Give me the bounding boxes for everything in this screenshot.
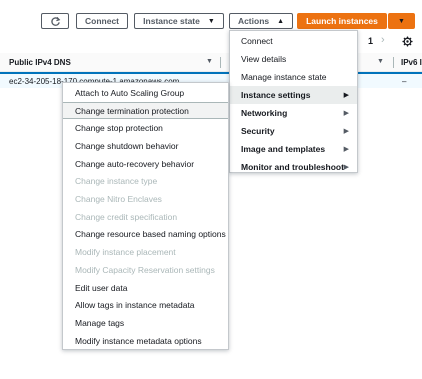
refresh-button[interactable] xyxy=(41,13,69,29)
submenu-item-modify-instance-metadata-options[interactable]: Modify instance metadata options xyxy=(63,332,228,350)
sort-down-icon[interactable]: ▼ xyxy=(206,58,213,65)
connect-button[interactable]: Connect xyxy=(76,13,128,29)
submenu-item-label: Change resource based naming options xyxy=(75,229,226,240)
menu-item-view-details[interactable]: View details xyxy=(230,50,357,68)
submenu-item-change-instance-type: Change instance type xyxy=(63,173,228,191)
cell-ipv6: – xyxy=(402,77,407,86)
submenu-item-label: Allow tags in instance metadata xyxy=(75,300,195,311)
menu-item-networking[interactable]: Networking ▶ xyxy=(230,104,357,122)
connect-button-label: Connect xyxy=(85,16,119,26)
submenu-item-modify-capacity-reservation-settings: Modify Capacity Reservation settings xyxy=(63,261,228,279)
gear-icon[interactable] xyxy=(402,36,413,47)
submenu-item-change-resource-based-naming-options[interactable]: Change resource based naming options xyxy=(63,226,228,244)
caret-right-icon: ▶ xyxy=(343,92,349,99)
menu-item-security[interactable]: Security ▶ xyxy=(230,122,357,140)
submenu-item-attach-to-auto-scaling-group[interactable]: Attach to Auto Scaling Group xyxy=(63,84,228,102)
submenu-item-label: Modify Capacity Reservation settings xyxy=(75,264,215,275)
menu-item-monitor-and-troubleshoot[interactable]: Monitor and troubleshoot ▶ xyxy=(230,158,357,176)
actions-button[interactable]: Actions ▲ xyxy=(229,13,293,29)
launch-instances-dropdown[interactable]: ▼ xyxy=(388,13,415,29)
submenu-item-change-nitro-enclaves: Change Nitro Enclaves xyxy=(63,190,228,208)
menu-item-image-and-templates[interactable]: Image and templates ▶ xyxy=(230,140,357,158)
submenu-item-change-shutdown-behavior[interactable]: Change shutdown behavior xyxy=(63,137,228,155)
table-header: Public IPv4 DNS ▼ ▼ IPv6 I xyxy=(0,53,422,72)
instance-state-button[interactable]: Instance state ▼ xyxy=(134,13,224,29)
caret-down-icon: ▼ xyxy=(398,17,405,25)
submenu-item-label: Edit user data xyxy=(75,282,128,293)
submenu-item-label: Modify instance placement xyxy=(75,247,176,258)
menu-item-label: Networking xyxy=(241,108,288,118)
submenu-item-label: Change shutdown behavior xyxy=(75,140,179,151)
submenu-item-change-credit-specification: Change credit specification xyxy=(63,208,228,226)
caret-down-icon: ▼ xyxy=(207,17,215,25)
caret-right-icon: ▶ xyxy=(343,164,349,171)
menu-item-instance-settings[interactable]: Instance settings ▶ xyxy=(230,86,357,104)
menu-item-label: Connect xyxy=(241,36,273,46)
menu-item-label: Image and templates xyxy=(241,144,326,154)
submenu-item-manage-tags[interactable]: Manage tags xyxy=(63,314,228,332)
column-header-ipv6[interactable]: IPv6 I xyxy=(401,58,422,67)
chevron-right-icon[interactable]: › xyxy=(381,34,385,46)
sort-down-icon[interactable]: ▼ xyxy=(377,58,384,65)
column-header-public-dns[interactable]: Public IPv4 DNS xyxy=(9,58,71,67)
column-divider[interactable] xyxy=(393,57,394,68)
submenu-item-label: Change stop protection xyxy=(75,123,163,134)
actions-menu: Connect View details Manage instance state… xyxy=(229,30,358,173)
menu-item-manage-instance-state[interactable]: Manage instance state xyxy=(230,68,357,86)
column-divider[interactable] xyxy=(220,57,221,68)
menu-item-label: Manage instance state xyxy=(241,72,327,82)
menu-item-label: Instance settings xyxy=(241,90,311,100)
caret-right-icon: ▶ xyxy=(343,110,349,117)
submenu-item-label: Change auto-recovery behavior xyxy=(75,158,195,169)
instance-settings-submenu: Attach to Auto Scaling Group Change termi… xyxy=(62,82,229,350)
menu-item-label: Security xyxy=(241,126,275,136)
menu-item-label: Monitor and troubleshoot xyxy=(241,162,344,172)
submenu-item-label: Change instance type xyxy=(75,176,158,187)
menu-item-connect[interactable]: Connect xyxy=(230,32,357,50)
submenu-item-modify-instance-placement: Modify instance placement xyxy=(63,243,228,261)
submenu-item-label: Change credit specification xyxy=(75,211,178,222)
launch-instances-button[interactable]: Launch instances xyxy=(297,13,387,29)
page-number[interactable]: 1 xyxy=(368,36,373,46)
submenu-item-change-stop-protection[interactable]: Change stop protection xyxy=(63,119,228,137)
submenu-item-change-termination-protection[interactable]: Change termination protection xyxy=(63,101,228,120)
actions-label: Actions xyxy=(237,16,270,26)
submenu-item-label: Manage tags xyxy=(75,317,125,328)
submenu-item-label: Attach to Auto Scaling Group xyxy=(75,87,185,98)
caret-up-icon: ▲ xyxy=(277,17,285,25)
submenu-item-label: Change Nitro Enclaves xyxy=(75,194,162,205)
launch-instances-label: Launch instances xyxy=(306,16,378,26)
submenu-item-label: Change termination protection xyxy=(75,105,189,116)
submenu-item-allow-tags-in-instance-metadata[interactable]: Allow tags in instance metadata xyxy=(63,296,228,314)
submenu-item-label: Modify instance metadata options xyxy=(75,335,202,346)
submenu-item-change-auto-recovery-behavior[interactable]: Change auto-recovery behavior xyxy=(63,155,228,173)
menu-item-label: View details xyxy=(241,54,287,64)
refresh-icon xyxy=(50,16,60,26)
instance-state-label: Instance state xyxy=(143,16,200,26)
submenu-item-edit-user-data[interactable]: Edit user data xyxy=(63,279,228,297)
caret-right-icon: ▶ xyxy=(343,128,349,135)
caret-right-icon: ▶ xyxy=(343,146,349,153)
